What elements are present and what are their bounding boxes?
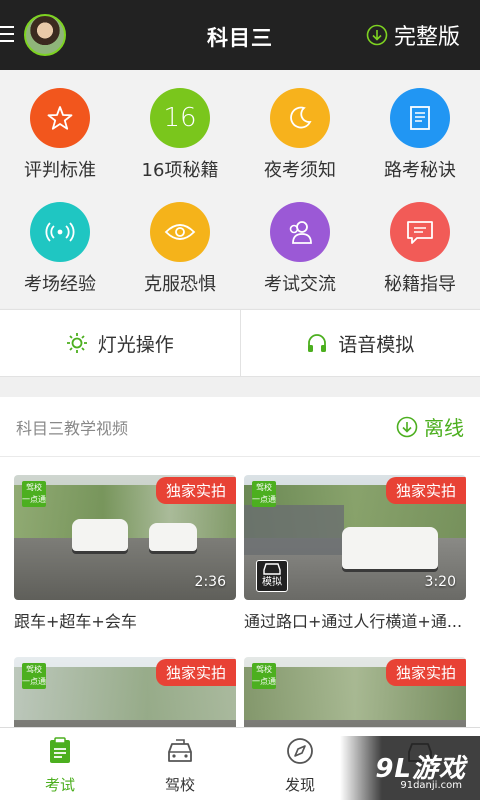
- video-caption: 通过路口+通过人行横道+通...: [244, 612, 463, 631]
- video-card[interactable]: 驾校 一点通 独家实拍: [244, 657, 466, 727]
- nav-item-exam[interactable]: 考试: [0, 736, 120, 795]
- grid-label: 评判标准: [24, 160, 96, 181]
- brand-logo: 驾校 一点通: [252, 663, 276, 689]
- video-card[interactable]: 驾校 一点通 独家实拍: [14, 657, 236, 727]
- headphones-icon: [308, 334, 327, 352]
- exclusive-badge: 独家实拍: [385, 477, 466, 504]
- video-thumbnail[interactable]: 驾校 一点通 独家实拍 2:36: [14, 475, 236, 600]
- simulation-badge: 模拟: [256, 560, 288, 592]
- nav-item-driving-school[interactable]: 驾校: [120, 736, 240, 795]
- video-card[interactable]: 驾校 一点通 独家实拍 2:36 跟车+超车+会车: [14, 475, 236, 632]
- video-section-header: 科目三教学视频 离线: [0, 397, 480, 457]
- voice-simulation-button[interactable]: 语音模拟: [239, 310, 480, 376]
- people-icon: [270, 202, 330, 262]
- grid-item-night-exam[interactable]: 夜考须知: [240, 88, 360, 198]
- exclusive-badge: 独家实拍: [155, 659, 236, 686]
- exclusive-badge: 独家实拍: [385, 659, 466, 686]
- nav-label: 驾校: [164, 776, 195, 794]
- watermark-url: 91danji.com: [400, 780, 462, 791]
- feature-grid: 评判标准 16 16项秘籍 夜考须知 路考秘诀 考场经验 克服恐惧 考试交流 秘…: [0, 70, 480, 308]
- download-icon: [396, 416, 418, 437]
- signal-icon: [30, 202, 90, 262]
- grid-label: 克服恐惧: [144, 274, 216, 295]
- grid-item-16-tips[interactable]: 16 16项秘籍: [120, 88, 240, 198]
- action-buttons: 灯光操作 语音模拟: [0, 309, 480, 377]
- offline-label: 离线: [424, 416, 464, 440]
- star-icon: [30, 88, 90, 148]
- grid-label: 夜考须知: [264, 160, 336, 181]
- grid-label: 考试交流: [264, 274, 336, 295]
- eye-icon: [150, 202, 210, 262]
- full-version-label: 完整版: [393, 25, 460, 50]
- brand-logo: 驾校 一点通: [252, 481, 276, 507]
- video-card[interactable]: 驾校 一点通 独家实拍 模拟 3:20 通过路口+通过人行横道+通...: [244, 475, 466, 632]
- message-icon: [390, 202, 450, 262]
- section-title: 科目三教学视频: [16, 418, 129, 438]
- grid-label: 16项秘籍: [141, 160, 219, 181]
- grid-item-exam-exchange[interactable]: 考试交流: [240, 202, 360, 312]
- lights-operation-button[interactable]: 灯光操作: [0, 310, 240, 376]
- grid-item-road-tips[interactable]: 路考秘诀: [360, 88, 480, 198]
- grid-item-overcome-fear[interactable]: 克服恐惧: [120, 202, 240, 312]
- download-icon: [366, 24, 388, 46]
- sun-icon: [66, 333, 87, 353]
- car-front-icon: [263, 563, 281, 575]
- grid-label: 考场经验: [24, 274, 96, 295]
- top-bar: 科目三 完整版: [0, 0, 480, 70]
- document-icon: [390, 88, 450, 148]
- video-duration: 3:20: [424, 574, 456, 590]
- grid-label: 路考秘诀: [384, 160, 456, 181]
- grid-item-tips-guide[interactable]: 秘籍指导: [360, 202, 480, 312]
- video-duration: 2:36: [194, 574, 226, 590]
- number-16-icon: 16: [150, 88, 210, 148]
- brand-logo: 驾校 一点通: [22, 663, 46, 689]
- exam-icon: [50, 737, 70, 763]
- nav-label: 考试: [44, 776, 75, 794]
- lights-operation-label: 灯光操作: [97, 333, 174, 356]
- car-icon: [168, 739, 192, 762]
- video-section: 科目三教学视频 离线 驾校 一点通 独家实拍 2:36 跟车+超车+会车 驾校 …: [0, 397, 480, 727]
- video-caption: 跟车+超车+会车: [14, 612, 137, 631]
- brand-logo: 驾校 一点通: [22, 481, 46, 507]
- video-thumbnail[interactable]: 驾校 一点通 独家实拍: [14, 657, 236, 727]
- video-thumbnail[interactable]: 驾校 一点通 独家实拍 模拟 3:20: [244, 475, 466, 600]
- grid-label: 秘籍指导: [384, 274, 456, 295]
- voice-simulation-label: 语音模拟: [338, 333, 415, 356]
- compass-icon: [287, 738, 313, 764]
- watermark: 9L游戏 91danji.com: [340, 736, 480, 800]
- grid-item-venue-experience[interactable]: 考场经验: [0, 202, 120, 312]
- moon-icon: [270, 88, 330, 148]
- offline-button[interactable]: 离线: [396, 412, 464, 441]
- exclusive-badge: 独家实拍: [155, 477, 236, 504]
- video-thumbnail[interactable]: 驾校 一点通 独家实拍: [244, 657, 466, 727]
- full-version-button[interactable]: 完整版: [366, 19, 460, 51]
- grid-item-judging-standard[interactable]: 评判标准: [0, 88, 120, 198]
